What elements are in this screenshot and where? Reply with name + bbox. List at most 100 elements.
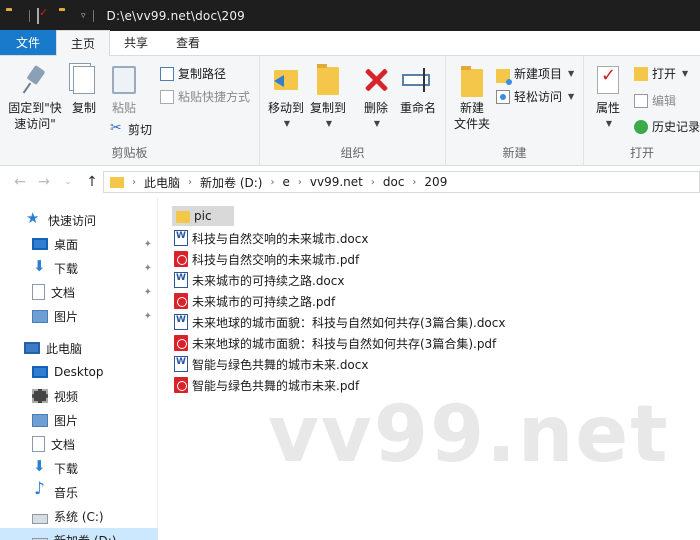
sidebar-item-downloads[interactable]: 下载 ✦	[0, 256, 158, 280]
computer-icon	[24, 342, 40, 354]
documents-icon	[32, 436, 45, 452]
list-item[interactable]: 未来城市的可持续之路.pdf	[174, 291, 339, 311]
scissors-icon	[110, 120, 124, 137]
copy-button[interactable]: 复制	[68, 64, 100, 116]
forward-arrow-icon[interactable]: →	[32, 174, 56, 190]
open-button[interactable]: 打开 ▼	[634, 65, 688, 82]
copy-path-button[interactable]: 复制路径	[160, 65, 226, 82]
pin-label: 固定到"快速访问"	[8, 101, 62, 131]
sidebar-item-documents-pc[interactable]: 文档	[0, 432, 158, 456]
chevron-right-icon[interactable]: ›	[296, 177, 304, 188]
separator	[29, 9, 30, 22]
sidebar-item-videos[interactable]: 视频	[0, 384, 158, 408]
tab-home[interactable]: 主页	[56, 30, 111, 56]
rename-button[interactable]: 重命名	[398, 64, 438, 116]
clipboard-group-label: 剪贴板	[111, 146, 148, 160]
recent-locations-chevron-icon[interactable]: ⌄	[56, 177, 80, 187]
list-item[interactable]: 科技与自然交响的未来城市.docx	[174, 228, 372, 248]
delete-x-icon	[360, 64, 392, 96]
list-item[interactable]: 智能与绿色共舞的城市未来.docx	[174, 354, 372, 374]
pin-quick-access-button[interactable]: 固定到"快速访问"	[6, 64, 64, 132]
file-name: 智能与绿色共舞的城市未来.pdf	[192, 378, 360, 393]
list-item[interactable]: 未来城市的可持续之路.docx	[174, 270, 348, 290]
breadcrumb-this-pc[interactable]: 此电脑	[138, 174, 186, 191]
copy-to-icon	[312, 64, 344, 96]
new-item-label: 新建项目	[514, 67, 563, 81]
pdf-icon	[174, 251, 188, 267]
sidebar-item-documents[interactable]: 文档 ✦	[0, 280, 158, 304]
copy-path-icon	[160, 66, 174, 81]
history-button[interactable]: 历史记录	[634, 118, 700, 135]
ribbon: 固定到"快速访问" 复制 粘贴 复制路径 粘贴快捷方式 剪切 剪贴板 移动到 ▼	[0, 56, 700, 166]
edit-button[interactable]: 编辑	[634, 92, 676, 109]
sidebar-item-pictures[interactable]: 图片 ✦	[0, 304, 158, 328]
cut-button[interactable]: 剪切	[110, 120, 153, 138]
quick-access-toolbar: ▿	[6, 7, 99, 24]
edit-label: 编辑	[652, 94, 677, 108]
chevron-right-icon[interactable]: ›	[369, 177, 377, 188]
up-arrow-icon[interactable]: ↑	[80, 174, 104, 190]
paste-label: 粘贴	[111, 101, 136, 115]
address-bar[interactable]: › 此电脑 › 新加卷 (D:) › e › vv99.net › doc › …	[103, 171, 700, 193]
properties-icon[interactable]	[37, 7, 53, 24]
new-item-icon	[496, 68, 512, 85]
sidebar-item-downloads-pc[interactable]: 下载	[0, 456, 158, 480]
watermark-text: vv99.net	[268, 390, 670, 480]
copy-to-button[interactable]: 复制到 ▼	[308, 64, 348, 132]
pin-icon: ✦	[143, 310, 152, 322]
clipboard-group: 固定到"快速访问" 复制 粘贴 复制路径 粘贴快捷方式 剪切 剪贴板	[0, 56, 260, 166]
delete-label: 删除	[363, 101, 388, 115]
chevron-right-icon[interactable]: ›	[186, 177, 194, 188]
chevron-down-icon: ▼	[325, 119, 333, 128]
breadcrumb-e[interactable]: e	[276, 175, 295, 189]
cut-label: 剪切	[128, 123, 153, 137]
list-item[interactable]: 未来地球的城市面貌：科技与自然如何共存(3篇合集).docx	[174, 312, 509, 332]
sidebar-item-desktop[interactable]: 桌面 ✦	[0, 232, 158, 256]
folder-icon	[176, 211, 190, 223]
delete-button[interactable]: 删除 ▼	[360, 64, 392, 132]
tab-file[interactable]: 文件	[0, 30, 57, 55]
list-item[interactable]: 智能与绿色共舞的城市未来.pdf	[174, 375, 363, 395]
breadcrumb-doc[interactable]: doc	[377, 175, 411, 189]
chevron-right-icon[interactable]: ›	[268, 177, 276, 188]
breadcrumb-vv99[interactable]: vv99.net	[304, 175, 369, 189]
sidebar-label: 音乐	[54, 485, 79, 500]
chevron-right-icon[interactable]: ›	[410, 177, 418, 188]
title-bar: ▿ D:\e\vv99.net\doc\209	[0, 0, 700, 31]
properties-button[interactable]: 属性 ▼	[590, 64, 626, 132]
file-name: 未来地球的城市面貌：科技与自然如何共存(3篇合集).docx	[192, 315, 506, 330]
new-item-button[interactable]: 新建项目 ▼	[496, 65, 574, 85]
back-arrow-icon[interactable]: ←	[8, 174, 32, 190]
list-item-folder-pic[interactable]: pic	[172, 206, 234, 226]
list-item[interactable]: 科技与自然交响的未来城市.pdf	[174, 249, 363, 269]
customize-toolbar-chevron-icon[interactable]: ▿	[81, 11, 86, 21]
list-item[interactable]: 未来地球的城市面貌：科技与自然如何共存(3篇合集).pdf	[174, 333, 500, 353]
new-folder-button[interactable]: 新建 文件夹	[452, 64, 492, 132]
breadcrumb-drive-d[interactable]: 新加卷 (D:)	[194, 174, 268, 191]
word-document-icon	[174, 272, 188, 288]
sidebar-label: 下载	[54, 261, 79, 276]
sidebar-this-pc[interactable]: 此电脑	[0, 336, 158, 360]
paste-shortcut-button[interactable]: 粘贴快捷方式	[160, 88, 250, 105]
sidebar-item-pictures-pc[interactable]: 图片	[0, 408, 158, 432]
rename-icon	[402, 64, 434, 96]
chevron-right-icon[interactable]: ›	[130, 177, 138, 188]
sidebar-item-drive-d[interactable]: 新加卷 (D:)	[0, 528, 158, 540]
history-icon	[634, 119, 648, 134]
tab-share[interactable]: 共享	[110, 30, 162, 55]
tab-view[interactable]: 查看	[162, 30, 214, 55]
sidebar-item-desktop-pc[interactable]: Desktop	[0, 360, 158, 384]
edit-icon	[634, 93, 648, 108]
sidebar-quick-access[interactable]: 快速访问	[0, 208, 158, 232]
new-folder-icon[interactable]	[59, 8, 75, 24]
sidebar-item-music[interactable]: 音乐	[0, 479, 158, 504]
easy-access-button[interactable]: 轻松访问 ▼	[496, 88, 574, 105]
move-to-button[interactable]: 移动到 ▼	[266, 64, 306, 132]
sidebar-item-drive-c[interactable]: 系统 (C:)	[0, 504, 158, 528]
sidebar-label: 此电脑	[46, 341, 83, 356]
word-document-icon	[174, 356, 188, 372]
ribbon-tabs: 文件 主页 共享 查看	[0, 30, 700, 56]
breadcrumb-209[interactable]: 209	[418, 175, 453, 189]
star-icon	[26, 209, 42, 228]
paste-button[interactable]: 粘贴	[108, 64, 140, 116]
